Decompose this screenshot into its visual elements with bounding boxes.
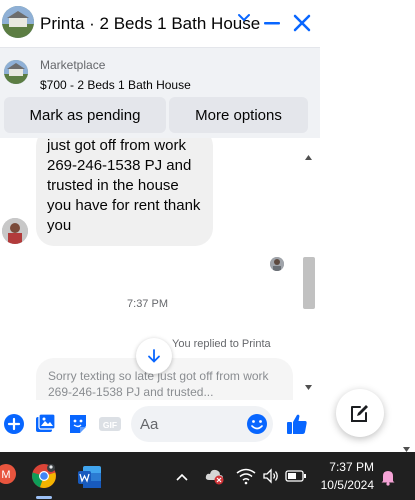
scroll-to-bottom-button[interactable]	[136, 338, 172, 374]
svg-text:GIF: GIF	[103, 420, 117, 430]
onedrive-error-icon[interactable]	[204, 466, 226, 486]
volume-icon[interactable]	[262, 467, 280, 485]
seen-receipt-avatar	[270, 257, 284, 271]
thread-scrollbar[interactable]	[300, 145, 317, 393]
page-scroll-down-arrow-icon[interactable]	[402, 441, 411, 452]
sender-avatar[interactable]	[2, 218, 28, 244]
listing-thumbnail[interactable]	[4, 60, 28, 84]
new-message-button[interactable]	[336, 389, 384, 437]
active-app-indicator	[36, 496, 52, 499]
message-composer: GIF	[0, 400, 320, 452]
chevron-down-icon[interactable]	[236, 10, 252, 26]
chevron-up-icon[interactable]	[175, 470, 189, 482]
thumbs-up-icon[interactable]	[285, 412, 309, 436]
incoming-message-text: just got off from work 269-246-1538 PJ a…	[47, 138, 201, 234]
windows-taskbar: M 7:37 PM 10/5/2024	[0, 452, 415, 500]
listing-source-label: Marketplace	[40, 58, 106, 72]
taskbar-clock-time[interactable]: 7:37 PM	[322, 460, 374, 474]
incoming-message-bubble[interactable]: just got off from work 269-246-1538 PJ a…	[36, 138, 213, 246]
mark-as-pending-button[interactable]: Mark as pending	[4, 97, 166, 133]
contact-avatar[interactable]	[2, 6, 34, 38]
word-icon[interactable]	[76, 464, 102, 490]
plus-circle-icon[interactable]	[2, 412, 26, 436]
photo-icon[interactable]	[33, 412, 57, 436]
battery-icon[interactable]	[285, 469, 307, 483]
message-thread[interactable]: just got off from work 269-246-1538 PJ a…	[0, 138, 320, 400]
message-timestamp: 7:37 PM	[127, 298, 168, 310]
gif-icon[interactable]: GIF	[98, 412, 122, 436]
listing-title[interactable]: $700 - 2 Beds 1 Bath House	[40, 78, 191, 92]
close-icon[interactable]	[290, 10, 314, 36]
quoted-message-text: Sorry texting so late just got off from …	[48, 369, 269, 399]
chrome-icon[interactable]	[30, 462, 58, 490]
chat-header: Printa · 2 Beds 1 Bath House	[0, 0, 320, 48]
gmail-icon[interactable]: M	[0, 460, 18, 488]
replied-to-label: You replied to Printa	[172, 338, 271, 350]
taskbar-clock-date[interactable]: 10/5/2024	[316, 478, 374, 492]
arrow-down-icon	[148, 349, 160, 363]
sticker-icon[interactable]	[66, 412, 90, 436]
chat-window: Printa · 2 Beds 1 Bath House Marketplace…	[0, 0, 320, 452]
scrollbar-thumb[interactable]	[303, 257, 315, 309]
emoji-icon[interactable]	[246, 413, 268, 435]
compose-icon	[351, 405, 368, 422]
minimize-icon[interactable]	[262, 10, 282, 36]
chat-title[interactable]: Printa · 2 Beds 1 Bath House	[40, 14, 260, 34]
marketplace-listing-bar: Marketplace $700 - 2 Beds 1 Bath House M…	[0, 48, 320, 138]
svg-text:M: M	[1, 469, 10, 481]
scroll-down-arrow-icon[interactable]	[304, 379, 313, 390]
scroll-up-arrow-icon[interactable]	[304, 149, 313, 160]
wifi-icon[interactable]	[236, 467, 256, 485]
more-options-button[interactable]: More options	[169, 97, 308, 133]
notification-bell-icon[interactable]	[379, 468, 397, 486]
